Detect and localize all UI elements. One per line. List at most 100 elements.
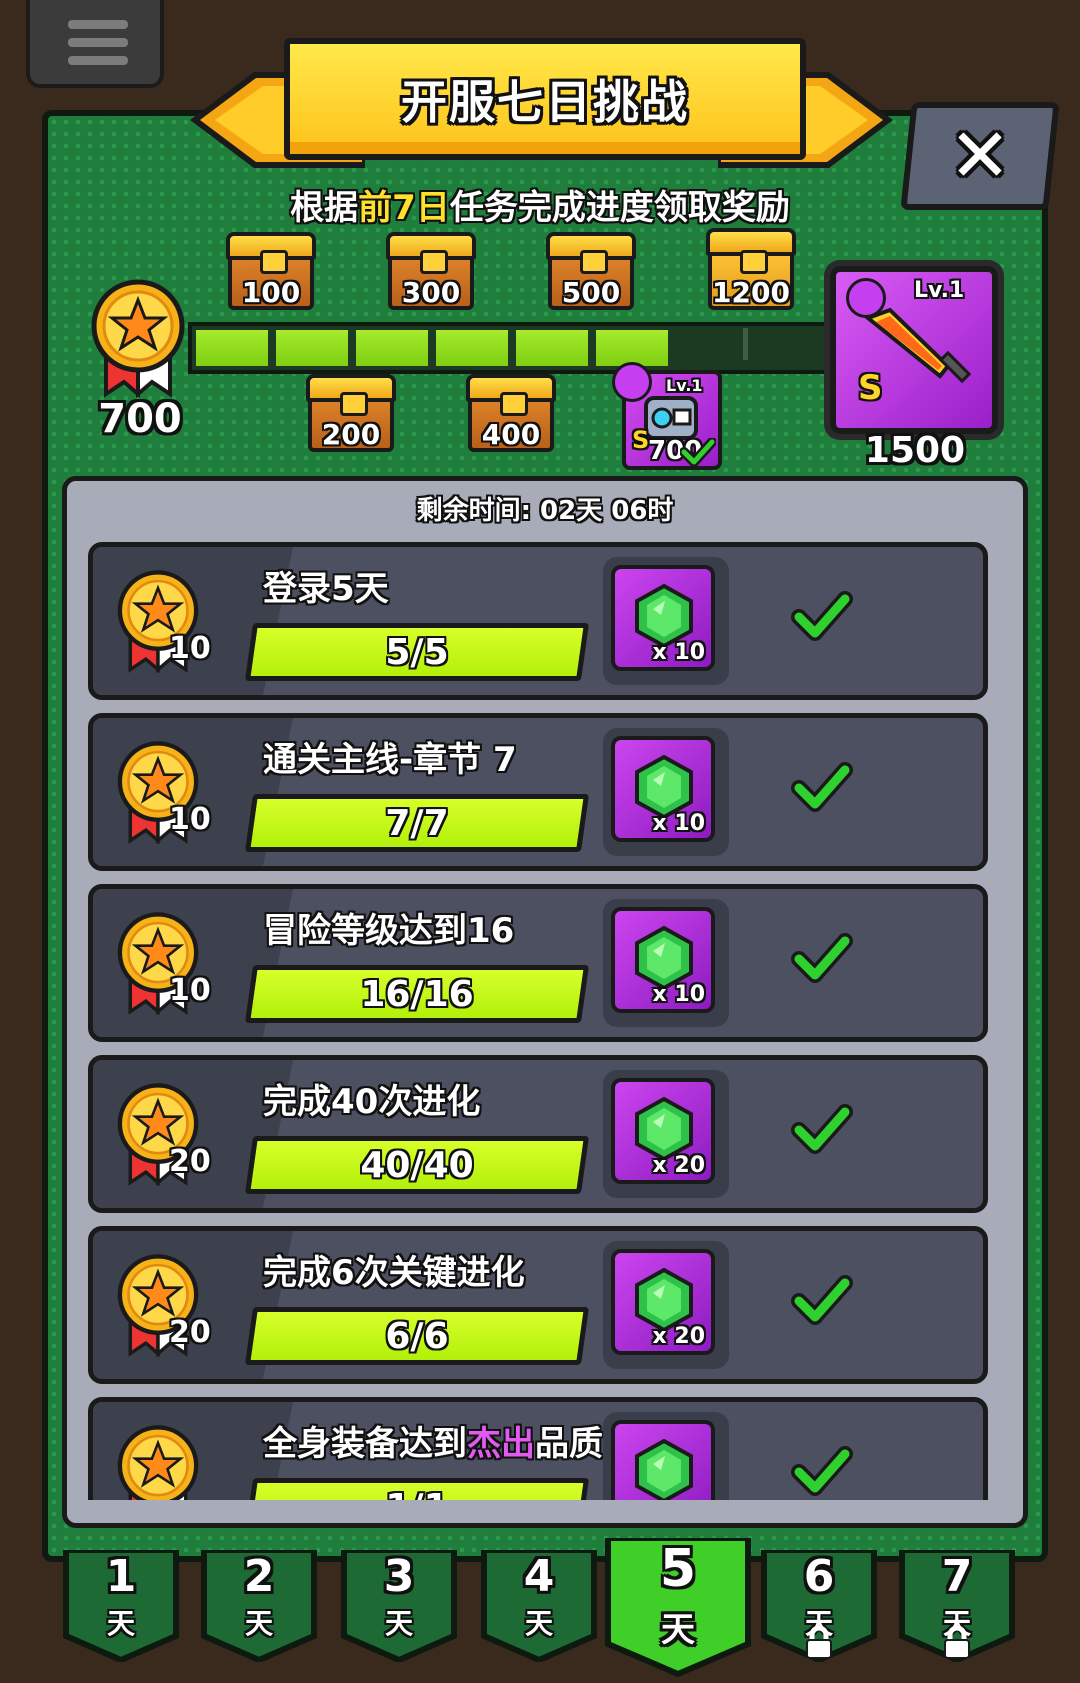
task-reward[interactable]: x 20 bbox=[603, 1070, 729, 1198]
day-number: 7 bbox=[941, 1551, 973, 1602]
task-points: 20 bbox=[169, 1144, 211, 1179]
chest-label: 500 bbox=[561, 276, 621, 309]
task-row: 全身装备达到杰出品质 1/1 bbox=[88, 1397, 988, 1500]
complete-check-icon bbox=[791, 933, 853, 983]
task-list[interactable]: 10 登录5天 5/5 x 10 10 通关主线-章节 7 7/7 x 10 1… bbox=[78, 536, 1004, 1500]
page-title: 开服七日挑战 bbox=[401, 75, 689, 129]
chest-label: 400 bbox=[481, 418, 541, 451]
costume-level: Lv.1 bbox=[666, 376, 703, 395]
progress-segment bbox=[516, 330, 588, 366]
remaining-time: 剩余时间: 02天 06时 bbox=[416, 496, 674, 526]
milestone-chest[interactable]: 400 bbox=[466, 374, 556, 452]
day-tab-2[interactable]: 2 天 bbox=[200, 1550, 318, 1662]
task-title-part: 全身装备达到 bbox=[263, 1424, 467, 1464]
claimed-check-icon bbox=[680, 438, 716, 466]
progress-segment bbox=[436, 330, 508, 366]
milestone-chest[interactable]: 100 bbox=[226, 232, 316, 310]
weapon-points: 1500 bbox=[864, 430, 966, 471]
progress-segment bbox=[196, 330, 268, 366]
complete-check-icon bbox=[791, 591, 853, 641]
reward-quantity: x 20 bbox=[652, 1153, 705, 1178]
day-label: 天 bbox=[524, 1607, 553, 1640]
task-row: 20 完成40次进化 40/40 x 20 bbox=[88, 1055, 988, 1213]
complete-check-icon bbox=[791, 1275, 853, 1325]
milestone-chest-open[interactable]: 1200 bbox=[706, 228, 796, 310]
subtitle-text-rest: 任务完成进度领取奖励 bbox=[449, 188, 790, 228]
task-title: 冒险等级达到16 bbox=[263, 911, 515, 951]
day-label: 天 bbox=[106, 1607, 135, 1640]
day-number: 6 bbox=[803, 1551, 835, 1602]
day-label: 天 bbox=[244, 1607, 273, 1640]
task-points: 20 bbox=[169, 1315, 211, 1350]
day-number: 2 bbox=[243, 1551, 275, 1602]
reward-quantity: x 10 bbox=[652, 982, 705, 1007]
weapon-level: Lv.1 bbox=[914, 278, 965, 303]
complete-check-icon bbox=[791, 762, 853, 812]
task-title: 登录5天 bbox=[263, 569, 389, 609]
task-title-highlight: 杰出 bbox=[467, 1424, 535, 1464]
progress-segment bbox=[356, 330, 428, 366]
task-title-part: 品质 bbox=[535, 1424, 603, 1464]
chest-label: 1200 bbox=[712, 276, 790, 309]
menu-button[interactable] bbox=[26, 0, 164, 88]
day-tab-1[interactable]: 1 天 bbox=[62, 1550, 180, 1662]
task-progress-bar: 16/16 bbox=[244, 965, 590, 1023]
day-tab-3[interactable]: 3 天 bbox=[340, 1550, 458, 1662]
day-tab-7[interactable]: 7 天 bbox=[898, 1550, 1016, 1662]
day-tab-6[interactable]: 6 天 bbox=[760, 1550, 878, 1662]
task-reward[interactable] bbox=[603, 1412, 729, 1500]
day-tab-4[interactable]: 4 天 bbox=[480, 1550, 598, 1662]
milestone-chest[interactable]: 300 bbox=[386, 232, 476, 310]
day-number: 4 bbox=[523, 1551, 555, 1602]
task-row: 10 登录5天 5/5 x 10 bbox=[88, 542, 988, 700]
task-progress-bar: 5/5 bbox=[244, 623, 590, 681]
chest-lock-icon bbox=[740, 250, 768, 274]
shirt-badge-icon bbox=[612, 362, 652, 402]
task-row: 20 完成6次关键进化 6/6 x 20 bbox=[88, 1226, 988, 1384]
chest-lock-icon bbox=[340, 392, 368, 416]
task-progress-text: 6/6 bbox=[385, 1315, 449, 1357]
weapon-reward[interactable]: Lv.1 S bbox=[830, 266, 998, 434]
complete-check-icon bbox=[791, 1104, 853, 1154]
milestone-chest[interactable]: 500 bbox=[546, 232, 636, 310]
task-progress-text: 1/1 bbox=[254, 1483, 580, 1501]
task-progress-bar: 40/40 bbox=[244, 1136, 590, 1194]
day-tab-5-selected[interactable]: 5 天 bbox=[604, 1538, 752, 1678]
weapon-grade: S bbox=[858, 368, 883, 408]
chest-label: 100 bbox=[241, 276, 301, 309]
task-reward[interactable]: x 20 bbox=[603, 1241, 729, 1369]
task-points: 10 bbox=[169, 802, 211, 837]
task-progress-text: 7/7 bbox=[385, 802, 449, 844]
task-row: 10 冒险等级达到16 16/16 x 10 bbox=[88, 884, 988, 1042]
task-reward[interactable]: x 10 bbox=[603, 728, 729, 856]
milestone-chest[interactable]: 200 bbox=[306, 374, 396, 452]
day-number: 1 bbox=[105, 1551, 137, 1602]
task-reward[interactable]: x 10 bbox=[603, 899, 729, 1027]
task-progress-bar: 7/7 bbox=[244, 794, 590, 852]
total-points: 700 bbox=[98, 396, 182, 442]
lock-icon bbox=[944, 1626, 970, 1659]
title-banner: 开服七日挑战 bbox=[284, 38, 806, 160]
reward-quantity: x 10 bbox=[652, 811, 705, 836]
progress-segment bbox=[276, 330, 348, 366]
progress-tick bbox=[743, 328, 748, 360]
task-title: 完成40次进化 bbox=[263, 1082, 481, 1122]
star-medal-icon bbox=[117, 1425, 199, 1500]
day-number: 3 bbox=[383, 1551, 415, 1602]
chest-lock-icon bbox=[260, 250, 288, 274]
points-progress-bar bbox=[188, 322, 836, 374]
task-title: 完成6次关键进化 bbox=[263, 1253, 525, 1293]
task-row: 10 通关主线-章节 7 7/7 x 10 bbox=[88, 713, 988, 871]
gun-badge-icon bbox=[846, 278, 886, 318]
task-title: 通关主线-章节 7 bbox=[263, 740, 517, 780]
task-progress-bar: 1/1 bbox=[244, 1478, 590, 1501]
chest-lock-icon bbox=[420, 250, 448, 274]
lock-icon bbox=[806, 1626, 832, 1659]
day-label: 天 bbox=[384, 1607, 413, 1640]
chest-lock-icon bbox=[500, 392, 528, 416]
subtitle-text: 根据 bbox=[290, 188, 359, 228]
task-reward[interactable]: x 10 bbox=[603, 557, 729, 685]
task-points: 10 bbox=[169, 631, 211, 666]
reward-quantity: x 10 bbox=[652, 640, 705, 665]
chest-label: 200 bbox=[321, 418, 381, 451]
